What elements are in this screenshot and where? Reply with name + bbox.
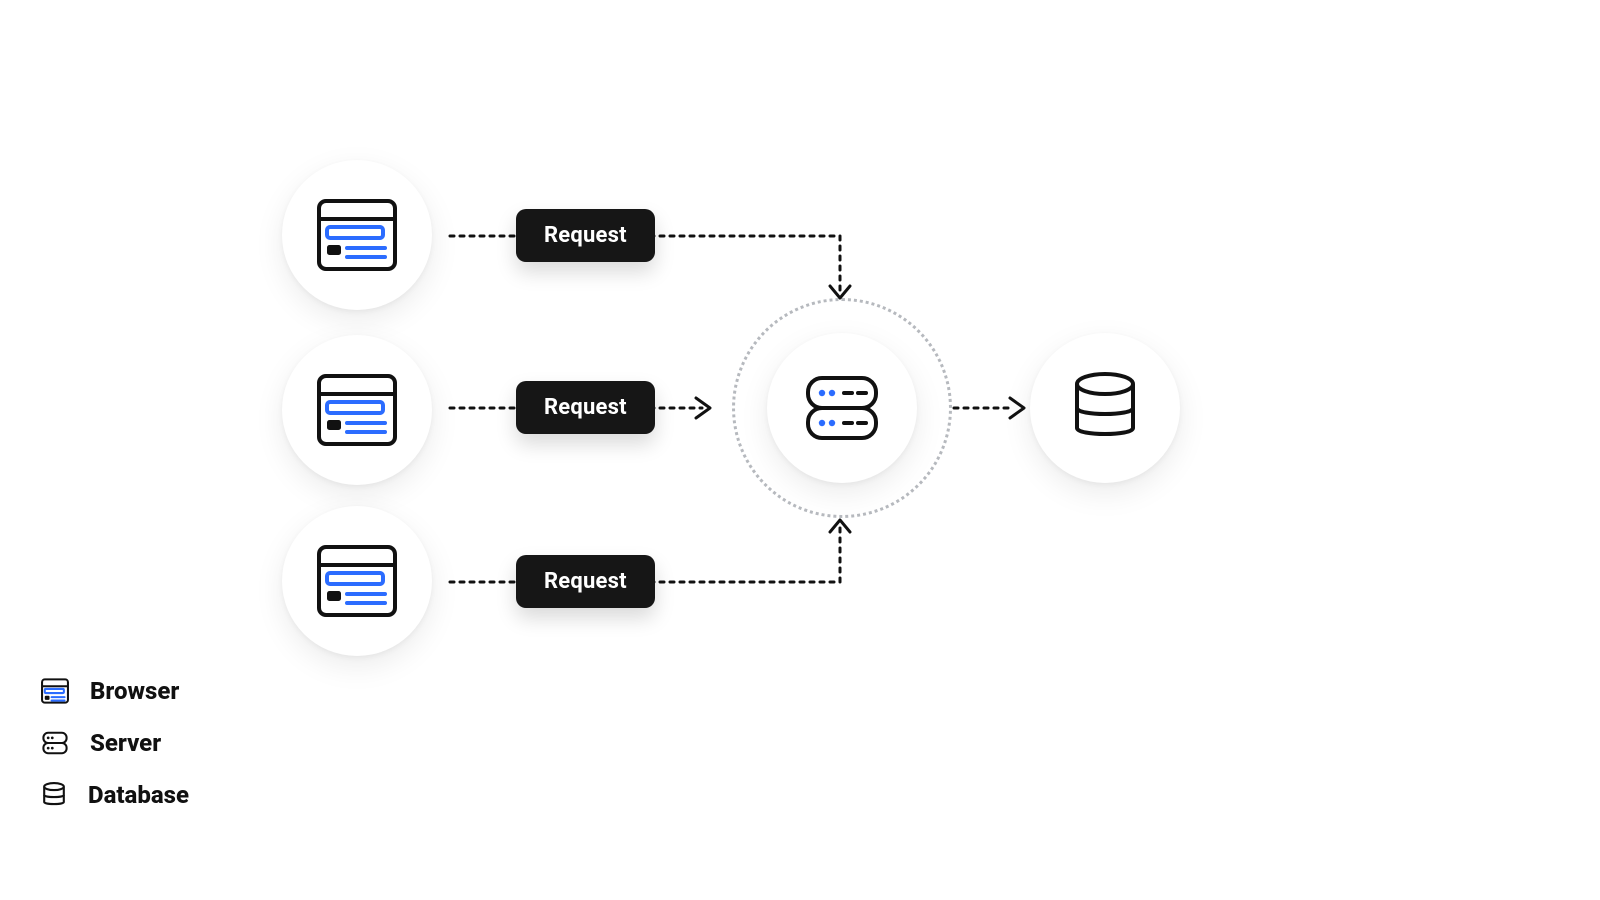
database-node (1030, 333, 1180, 483)
browser-node-1 (282, 160, 432, 310)
request-pill-3: Request (516, 555, 655, 608)
server-icon (798, 364, 886, 452)
request-pill-2: Request (516, 381, 655, 434)
browser-node-2 (282, 335, 432, 485)
legend: Browser Server (40, 676, 189, 810)
legend-label-server: Server (90, 729, 161, 757)
request-label: Request (544, 569, 627, 594)
browser-icon (313, 191, 401, 279)
server-node (767, 333, 917, 483)
request-pill-1: Request (516, 209, 655, 262)
browser-icon (313, 366, 401, 454)
request-label: Request (544, 223, 627, 248)
browser-icon (313, 537, 401, 625)
request-label: Request (544, 395, 627, 420)
legend-label-browser: Browser (90, 677, 179, 705)
legend-row-browser: Browser (40, 676, 189, 706)
legend-row-database: Database (40, 780, 189, 810)
database-icon (40, 780, 68, 810)
architecture-diagram: Request Request Request Browser (0, 0, 1600, 900)
legend-label-database: Database (88, 781, 189, 809)
server-icon (40, 728, 70, 758)
database-icon (1065, 368, 1145, 448)
browser-icon (40, 676, 70, 706)
arrow-server-to-database (948, 388, 1048, 428)
legend-row-server: Server (40, 728, 189, 758)
browser-node-3 (282, 506, 432, 656)
